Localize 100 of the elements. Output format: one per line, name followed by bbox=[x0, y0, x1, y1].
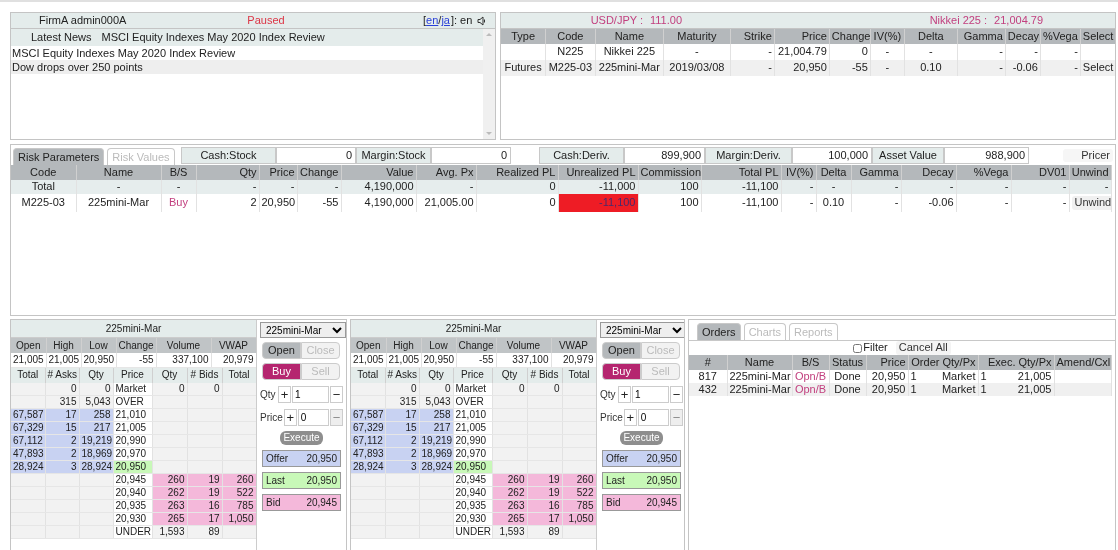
book-title: 225mini-Mar bbox=[351, 320, 596, 338]
table-cell: -11,100 bbox=[701, 180, 781, 194]
table-cell: 21,005 bbox=[11, 353, 46, 367]
column-header: Unwind bbox=[1069, 165, 1111, 180]
table-cell: 20,950 bbox=[866, 383, 908, 397]
cancel-all-button[interactable]: Cancel All bbox=[895, 341, 951, 355]
toggle-button[interactable]: Open bbox=[262, 342, 301, 359]
separator-text: / bbox=[438, 13, 442, 28]
table-cell: 4,190,000 bbox=[341, 194, 416, 212]
column-header: Value bbox=[341, 165, 416, 180]
field-label: Margin:Deriv. bbox=[705, 146, 792, 164]
quote-label: Last bbox=[606, 474, 625, 487]
table-cell: -11,000 bbox=[558, 180, 638, 194]
field-label: Cash:Stock bbox=[181, 146, 276, 164]
field-label: Margin:Stock bbox=[356, 146, 431, 164]
column-header: Gamma bbox=[851, 165, 901, 180]
column-header: Change bbox=[456, 338, 496, 353]
table-cell: 20,979 bbox=[551, 353, 596, 367]
table-cell: 100 bbox=[638, 194, 701, 212]
column-header: Maturity bbox=[663, 29, 731, 44]
speaker-icon[interactable] bbox=[477, 15, 488, 26]
quote-value: 20,950 bbox=[306, 452, 337, 465]
select-link[interactable]: Select bbox=[1080, 60, 1115, 76]
column-header: DV01 bbox=[1011, 165, 1069, 180]
column-header: Price bbox=[774, 29, 830, 44]
price-field[interactable]: 0 bbox=[637, 409, 669, 426]
news-label: Latest News bbox=[30, 30, 93, 45]
quote-value: 20,945 bbox=[306, 496, 337, 509]
plus-button[interactable]: + bbox=[278, 386, 291, 403]
column-header: Gamma bbox=[957, 29, 1006, 44]
column-header: Open bbox=[351, 338, 386, 353]
rate-value: 111.00 bbox=[650, 13, 683, 28]
field-label: Qty bbox=[260, 388, 277, 401]
column-header: Price bbox=[866, 355, 908, 370]
language-link[interactable]: en bbox=[426, 13, 439, 28]
price-field[interactable]: 0 bbox=[297, 409, 329, 426]
toggle-button[interactable]: Open bbox=[602, 342, 641, 359]
column-header: Code bbox=[545, 29, 596, 44]
pricer-button[interactable]: Pricer bbox=[1063, 148, 1113, 162]
table-cell: - bbox=[259, 180, 297, 194]
field-label: Cash:Deriv. bbox=[539, 146, 624, 164]
user-name: FirmA admin000A bbox=[38, 13, 128, 28]
unwind-button[interactable]: Unwind bbox=[1071, 196, 1110, 210]
language-link[interactable]: ja bbox=[441, 13, 450, 28]
table-cell: - bbox=[781, 194, 816, 212]
quote-value: 20,945 bbox=[646, 496, 677, 509]
table-cell: Buy bbox=[161, 194, 196, 212]
table-cell: 1 bbox=[980, 383, 987, 397]
table-cell: - bbox=[1069, 180, 1111, 194]
plus-button[interactable]: + bbox=[618, 386, 631, 403]
table-cell: - bbox=[416, 180, 476, 194]
column-header: Change bbox=[297, 165, 341, 180]
table-cell: 2 bbox=[196, 194, 259, 212]
table-cell: - bbox=[1011, 194, 1069, 212]
table-cell: Opn/B bbox=[792, 383, 829, 397]
toggle-button[interactable]: Buy bbox=[262, 363, 301, 380]
news-item[interactable]: MSCI Equity Indexes May 2020 Index Review bbox=[11, 46, 484, 60]
table-cell: 20,950 bbox=[421, 353, 456, 367]
quote-value: 20,950 bbox=[306, 474, 337, 487]
table-cell: - bbox=[851, 194, 901, 212]
news-item[interactable]: Dow drops over 250 points bbox=[11, 60, 484, 74]
instrument-select[interactable]: 225mini-Mar bbox=[260, 322, 346, 338]
scrollbar[interactable] bbox=[483, 29, 496, 139]
table-cell: M225-03 bbox=[11, 194, 76, 212]
plus-button[interactable]: + bbox=[623, 409, 637, 426]
table-cell: Done bbox=[829, 383, 866, 397]
column-header: Volume bbox=[156, 338, 211, 353]
instrument-select[interactable]: 225mini-Mar bbox=[600, 322, 684, 338]
field-value: 100,000 bbox=[792, 146, 872, 164]
minus-button[interactable]: − bbox=[330, 386, 343, 403]
table-cell: -55 bbox=[456, 353, 496, 367]
column-header: # bbox=[689, 355, 727, 370]
table-cell: 0.10 bbox=[904, 60, 958, 76]
quantity-field[interactable]: 1 bbox=[632, 386, 669, 403]
table-cell: 0 bbox=[476, 194, 558, 212]
table-cell: -55 bbox=[116, 353, 156, 367]
table-cell: - bbox=[1011, 180, 1069, 194]
column-header: Change bbox=[829, 29, 871, 44]
tab[interactable]: Risk Parameters bbox=[13, 148, 105, 165]
bracket-text: [ bbox=[423, 13, 427, 28]
column-header: High bbox=[386, 338, 421, 353]
quantity-field[interactable]: 1 bbox=[292, 386, 329, 403]
column-header: Delta bbox=[904, 29, 958, 44]
table-cell: 1 bbox=[980, 370, 987, 384]
quote-label: Offer bbox=[606, 452, 629, 465]
column-header: B/S bbox=[161, 165, 196, 180]
plus-button[interactable]: + bbox=[283, 409, 297, 426]
quote-label: Bid bbox=[606, 496, 621, 509]
column-header: Delta bbox=[816, 165, 851, 180]
minus-button[interactable]: − bbox=[670, 386, 683, 403]
book-title: 225mini-Mar bbox=[11, 320, 256, 338]
column-header: Change bbox=[116, 338, 156, 353]
quote-value: 20,950 bbox=[646, 452, 677, 465]
filter-checkbox[interactable] bbox=[853, 343, 863, 353]
toggle-button[interactable]: Buy bbox=[602, 363, 641, 380]
table-cell: Total bbox=[11, 180, 76, 194]
column-header: VWAP bbox=[211, 338, 256, 353]
tab[interactable]: Orders bbox=[697, 323, 741, 340]
column-header: Decay bbox=[1005, 29, 1041, 44]
table-cell: 20,979 bbox=[211, 353, 256, 367]
